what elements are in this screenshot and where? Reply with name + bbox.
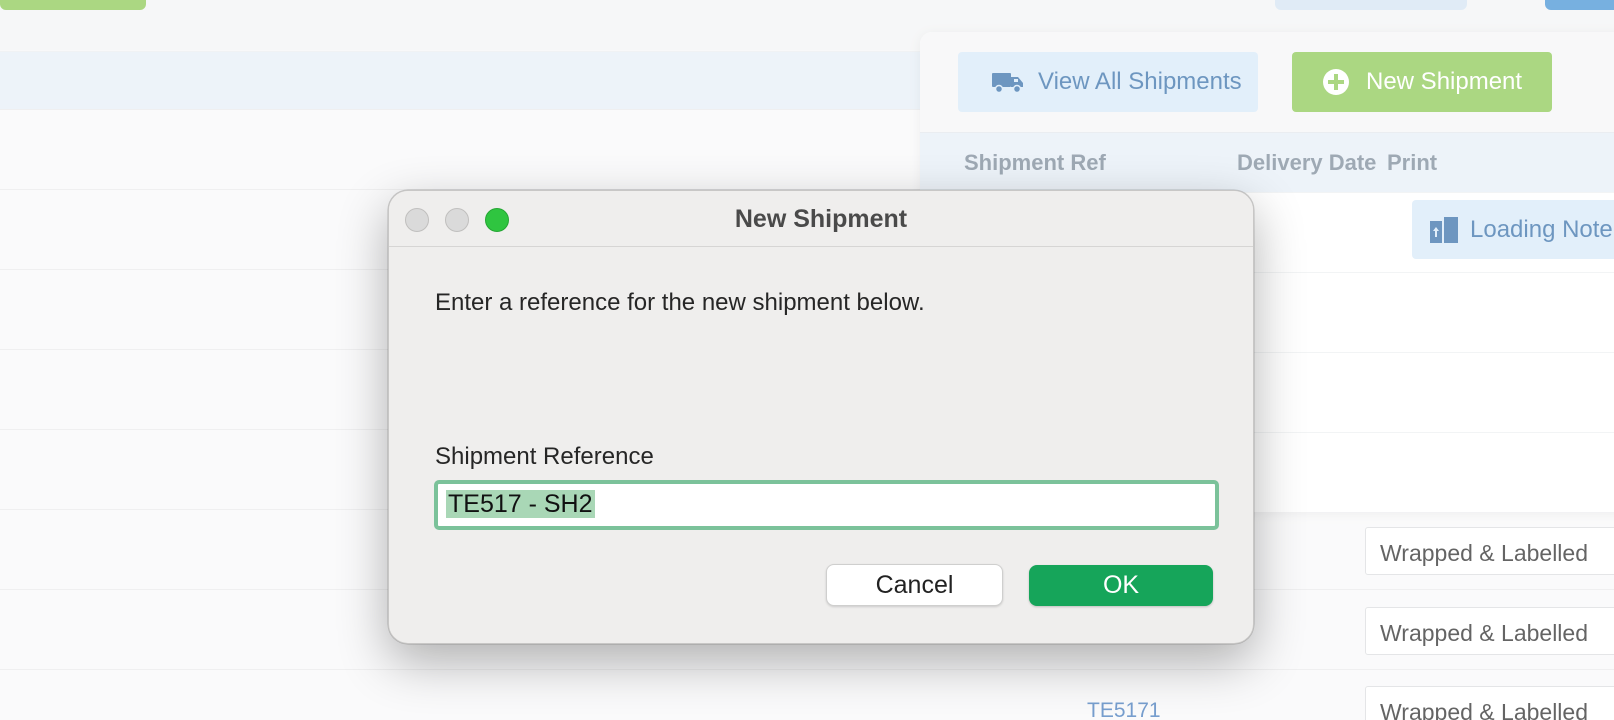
selected-text: TE517 - SH2 (446, 490, 595, 518)
shipment-reference-label: Shipment Reference (435, 443, 654, 470)
shipment-reference-input[interactable]: TE517 - SH2 (434, 480, 1219, 530)
ok-button[interactable]: OK (1029, 565, 1213, 606)
dialog-titlebar: New Shipment (389, 191, 1253, 247)
cancel-button[interactable]: Cancel (826, 564, 1003, 606)
new-shipment-dialog: New Shipment Enter a reference for the n… (388, 190, 1254, 644)
app-screen: Wrapped & Labelled Wrapped & Labelled Wr… (0, 0, 1614, 720)
dialog-prompt: Enter a reference for the new shipment b… (435, 289, 925, 316)
dialog-title: New Shipment (734, 205, 908, 233)
